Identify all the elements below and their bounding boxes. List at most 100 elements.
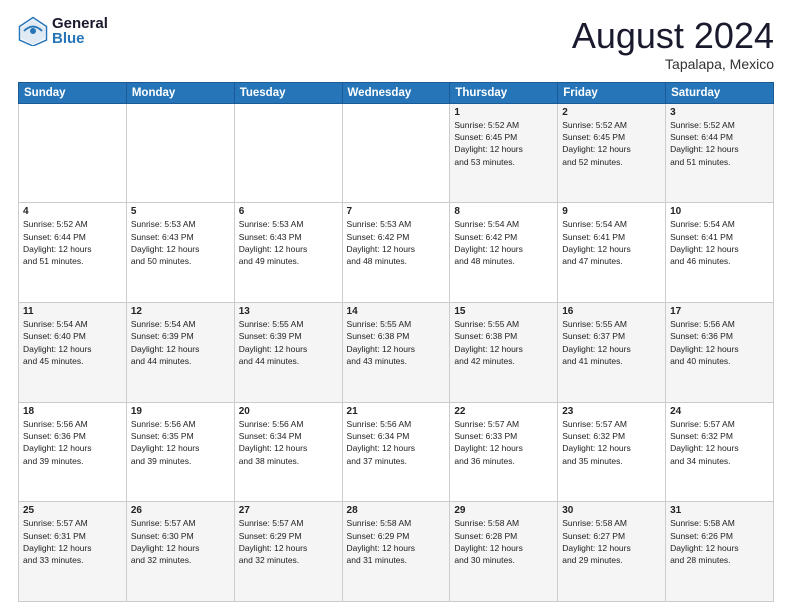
day-number: 20 — [239, 406, 338, 417]
day-info: Sunrise: 5:57 AM Sunset: 6:30 PM Dayligh… — [131, 517, 230, 566]
day-number: 21 — [347, 406, 446, 417]
day-number: 7 — [347, 206, 446, 217]
header-wednesday: Wednesday — [342, 82, 450, 103]
day-number: 19 — [131, 406, 230, 417]
day-info: Sunrise: 5:56 AM Sunset: 6:36 PM Dayligh… — [23, 418, 122, 467]
day-cell: 21Sunrise: 5:56 AM Sunset: 6:34 PM Dayli… — [342, 402, 450, 502]
day-info: Sunrise: 5:52 AM Sunset: 6:45 PM Dayligh… — [562, 119, 661, 168]
day-cell: 26Sunrise: 5:57 AM Sunset: 6:30 PM Dayli… — [126, 502, 234, 602]
day-info: Sunrise: 5:57 AM Sunset: 6:32 PM Dayligh… — [562, 418, 661, 467]
day-cell: 15Sunrise: 5:55 AM Sunset: 6:38 PM Dayli… — [450, 302, 558, 402]
logo-text: General Blue — [52, 16, 108, 46]
day-info: Sunrise: 5:53 AM Sunset: 6:43 PM Dayligh… — [131, 218, 230, 267]
day-cell: 3Sunrise: 5:52 AM Sunset: 6:44 PM Daylig… — [666, 103, 774, 203]
day-cell: 31Sunrise: 5:58 AM Sunset: 6:26 PM Dayli… — [666, 502, 774, 602]
day-info: Sunrise: 5:58 AM Sunset: 6:28 PM Dayligh… — [454, 517, 553, 566]
day-cell: 29Sunrise: 5:58 AM Sunset: 6:28 PM Dayli… — [450, 502, 558, 602]
header: General Blue August 2024 Tapalapa, Mexic… — [18, 16, 774, 72]
day-info: Sunrise: 5:58 AM Sunset: 6:26 PM Dayligh… — [670, 517, 769, 566]
title-area: August 2024 Tapalapa, Mexico — [572, 16, 774, 72]
day-cell: 13Sunrise: 5:55 AM Sunset: 6:39 PM Dayli… — [234, 302, 342, 402]
day-number: 2 — [562, 107, 661, 118]
location: Tapalapa, Mexico — [572, 56, 774, 72]
day-cell: 9Sunrise: 5:54 AM Sunset: 6:41 PM Daylig… — [558, 203, 666, 303]
day-info: Sunrise: 5:58 AM Sunset: 6:27 PM Dayligh… — [562, 517, 661, 566]
day-info: Sunrise: 5:52 AM Sunset: 6:45 PM Dayligh… — [454, 119, 553, 168]
logo-general-text: General — [52, 16, 108, 31]
day-cell: 11Sunrise: 5:54 AM Sunset: 6:40 PM Dayli… — [19, 302, 127, 402]
day-number: 26 — [131, 505, 230, 516]
day-cell: 28Sunrise: 5:58 AM Sunset: 6:29 PM Dayli… — [342, 502, 450, 602]
day-number: 3 — [670, 107, 769, 118]
day-cell: 30Sunrise: 5:58 AM Sunset: 6:27 PM Dayli… — [558, 502, 666, 602]
header-friday: Friday — [558, 82, 666, 103]
day-number: 15 — [454, 306, 553, 317]
day-cell: 18Sunrise: 5:56 AM Sunset: 6:36 PM Dayli… — [19, 402, 127, 502]
day-cell: 2Sunrise: 5:52 AM Sunset: 6:45 PM Daylig… — [558, 103, 666, 203]
day-info: Sunrise: 5:53 AM Sunset: 6:42 PM Dayligh… — [347, 218, 446, 267]
header-sunday: Sunday — [19, 82, 127, 103]
day-cell: 19Sunrise: 5:56 AM Sunset: 6:35 PM Dayli… — [126, 402, 234, 502]
day-info: Sunrise: 5:57 AM Sunset: 6:32 PM Dayligh… — [670, 418, 769, 467]
header-thursday: Thursday — [450, 82, 558, 103]
day-info: Sunrise: 5:56 AM Sunset: 6:35 PM Dayligh… — [131, 418, 230, 467]
day-cell: 12Sunrise: 5:54 AM Sunset: 6:39 PM Dayli… — [126, 302, 234, 402]
day-number: 16 — [562, 306, 661, 317]
day-number: 13 — [239, 306, 338, 317]
day-info: Sunrise: 5:54 AM Sunset: 6:41 PM Dayligh… — [670, 218, 769, 267]
logo: General Blue — [18, 16, 108, 46]
week-row-4: 18Sunrise: 5:56 AM Sunset: 6:36 PM Dayli… — [19, 402, 774, 502]
day-info: Sunrise: 5:57 AM Sunset: 6:29 PM Dayligh… — [239, 517, 338, 566]
day-cell: 27Sunrise: 5:57 AM Sunset: 6:29 PM Dayli… — [234, 502, 342, 602]
day-cell: 25Sunrise: 5:57 AM Sunset: 6:31 PM Dayli… — [19, 502, 127, 602]
day-cell: 8Sunrise: 5:54 AM Sunset: 6:42 PM Daylig… — [450, 203, 558, 303]
day-cell: 5Sunrise: 5:53 AM Sunset: 6:43 PM Daylig… — [126, 203, 234, 303]
day-info: Sunrise: 5:58 AM Sunset: 6:29 PM Dayligh… — [347, 517, 446, 566]
day-number: 23 — [562, 406, 661, 417]
week-row-5: 25Sunrise: 5:57 AM Sunset: 6:31 PM Dayli… — [19, 502, 774, 602]
header-saturday: Saturday — [666, 82, 774, 103]
day-number: 24 — [670, 406, 769, 417]
header-tuesday: Tuesday — [234, 82, 342, 103]
day-cell: 4Sunrise: 5:52 AM Sunset: 6:44 PM Daylig… — [19, 203, 127, 303]
day-number: 11 — [23, 306, 122, 317]
day-number: 1 — [454, 107, 553, 118]
day-info: Sunrise: 5:54 AM Sunset: 6:40 PM Dayligh… — [23, 318, 122, 367]
week-row-1: 1Sunrise: 5:52 AM Sunset: 6:45 PM Daylig… — [19, 103, 774, 203]
day-headers-row: Sunday Monday Tuesday Wednesday Thursday… — [19, 82, 774, 103]
day-number: 29 — [454, 505, 553, 516]
calendar-page: General Blue August 2024 Tapalapa, Mexic… — [0, 0, 792, 612]
day-info: Sunrise: 5:57 AM Sunset: 6:33 PM Dayligh… — [454, 418, 553, 467]
day-number: 10 — [670, 206, 769, 217]
logo-icon — [18, 16, 48, 46]
day-info: Sunrise: 5:52 AM Sunset: 6:44 PM Dayligh… — [670, 119, 769, 168]
day-number: 22 — [454, 406, 553, 417]
day-number: 30 — [562, 505, 661, 516]
day-number: 4 — [23, 206, 122, 217]
day-info: Sunrise: 5:56 AM Sunset: 6:36 PM Dayligh… — [670, 318, 769, 367]
day-number: 8 — [454, 206, 553, 217]
day-info: Sunrise: 5:53 AM Sunset: 6:43 PM Dayligh… — [239, 218, 338, 267]
day-cell: 23Sunrise: 5:57 AM Sunset: 6:32 PM Dayli… — [558, 402, 666, 502]
week-row-3: 11Sunrise: 5:54 AM Sunset: 6:40 PM Dayli… — [19, 302, 774, 402]
day-cell: 14Sunrise: 5:55 AM Sunset: 6:38 PM Dayli… — [342, 302, 450, 402]
day-cell — [234, 103, 342, 203]
day-cell — [342, 103, 450, 203]
header-monday: Monday — [126, 82, 234, 103]
day-number: 12 — [131, 306, 230, 317]
day-number: 25 — [23, 505, 122, 516]
day-info: Sunrise: 5:54 AM Sunset: 6:39 PM Dayligh… — [131, 318, 230, 367]
day-cell: 6Sunrise: 5:53 AM Sunset: 6:43 PM Daylig… — [234, 203, 342, 303]
day-cell: 17Sunrise: 5:56 AM Sunset: 6:36 PM Dayli… — [666, 302, 774, 402]
day-cell — [19, 103, 127, 203]
day-number: 31 — [670, 505, 769, 516]
day-cell: 20Sunrise: 5:56 AM Sunset: 6:34 PM Dayli… — [234, 402, 342, 502]
day-cell: 1Sunrise: 5:52 AM Sunset: 6:45 PM Daylig… — [450, 103, 558, 203]
day-cell: 24Sunrise: 5:57 AM Sunset: 6:32 PM Dayli… — [666, 402, 774, 502]
day-number: 5 — [131, 206, 230, 217]
day-cell: 10Sunrise: 5:54 AM Sunset: 6:41 PM Dayli… — [666, 203, 774, 303]
day-number: 6 — [239, 206, 338, 217]
day-info: Sunrise: 5:55 AM Sunset: 6:37 PM Dayligh… — [562, 318, 661, 367]
logo-blue-text: Blue — [52, 31, 108, 46]
day-number: 17 — [670, 306, 769, 317]
